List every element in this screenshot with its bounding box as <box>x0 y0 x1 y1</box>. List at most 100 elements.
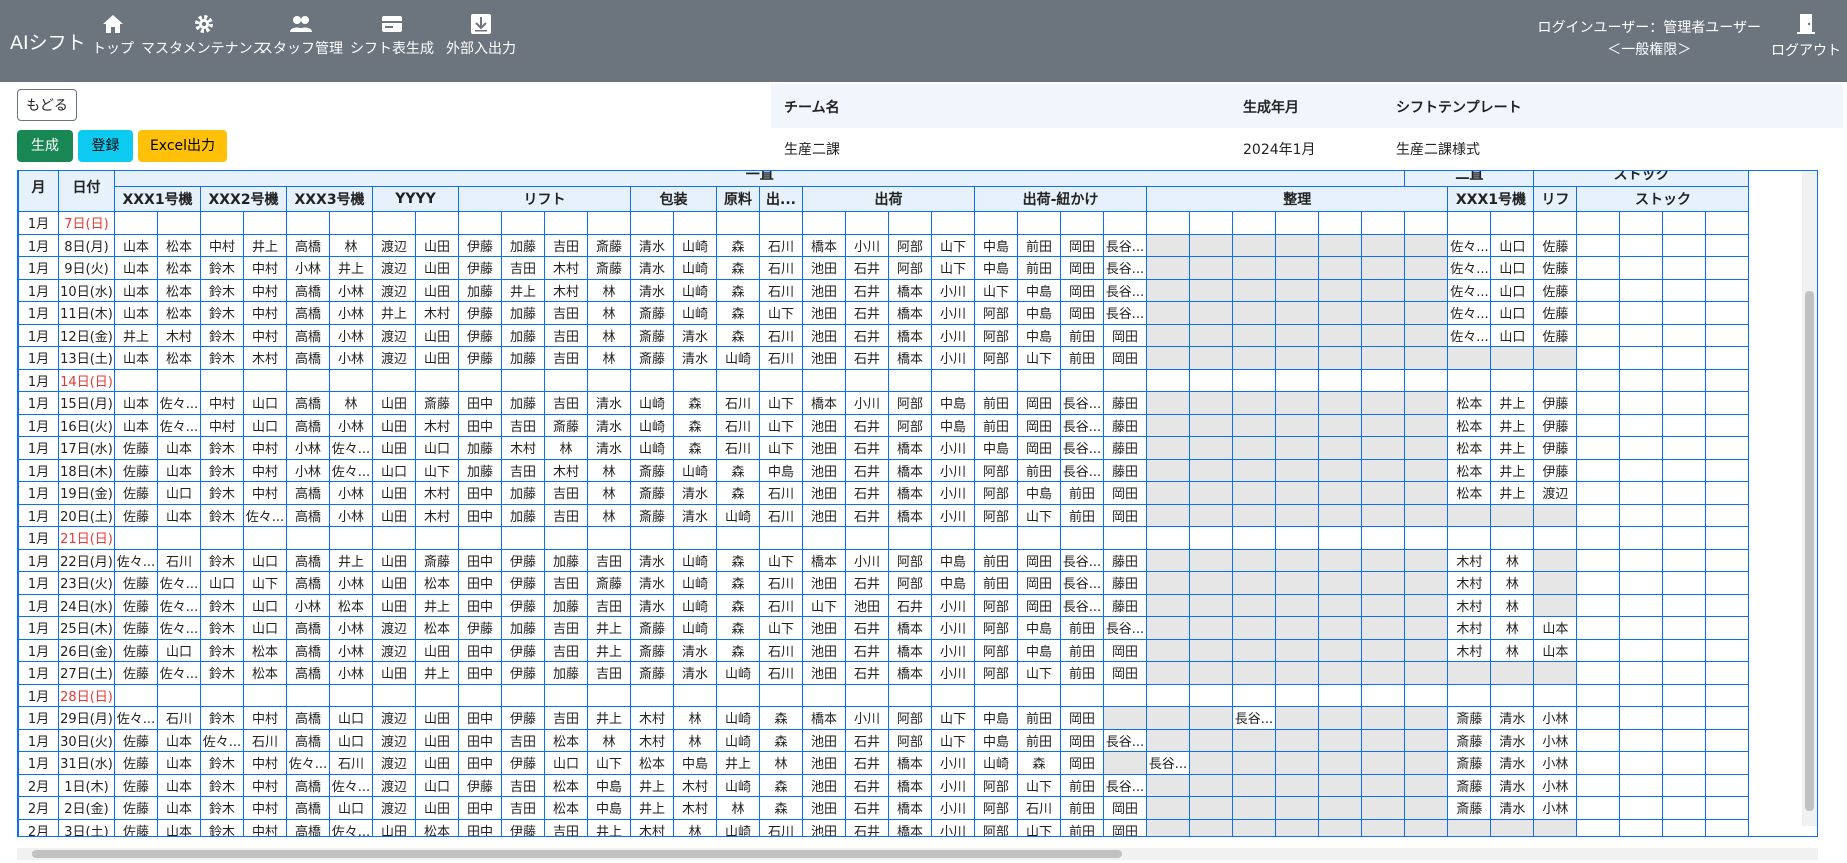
shift-cell[interactable]: 佐藤 <box>1533 233 1578 257</box>
shift-cell[interactable] <box>1146 571 1190 595</box>
shift-cell[interactable]: 石井 <box>845 436 889 460</box>
shift-cell[interactable]: 林 <box>1490 616 1535 640</box>
shift-cell[interactable] <box>931 211 975 235</box>
shift-cell[interactable]: 鈴木 <box>200 773 244 797</box>
shift-cell[interactable] <box>1490 661 1535 685</box>
generate-button[interactable]: 生成 <box>17 130 73 162</box>
shift-cell[interactable]: 佐藤 <box>1533 323 1578 347</box>
shift-cell[interactable] <box>1232 413 1276 437</box>
shift-cell[interactable] <box>1189 728 1233 752</box>
shift-cell[interactable]: 山崎 <box>716 503 760 527</box>
shift-cell[interactable] <box>1705 571 1750 595</box>
shift-cell[interactable] <box>1490 368 1535 392</box>
shift-cell[interactable] <box>1619 256 1664 280</box>
shift-cell[interactable]: 小川 <box>931 436 975 460</box>
shift-cell[interactable]: 松本 <box>1447 481 1492 505</box>
shift-cell[interactable] <box>1662 548 1707 572</box>
shift-cell[interactable]: 高橋 <box>286 481 330 505</box>
shift-cell[interactable]: 吉田 <box>544 391 588 415</box>
shift-cell[interactable] <box>1232 683 1276 707</box>
shift-cell[interactable] <box>1232 593 1276 617</box>
shift-cell[interactable]: 田中 <box>458 818 502 836</box>
shift-cell[interactable]: 木村 <box>673 773 717 797</box>
shift-cell[interactable] <box>1189 751 1233 775</box>
shift-cell[interactable]: 山本 <box>157 751 201 775</box>
shift-cell[interactable]: 山田 <box>372 661 416 685</box>
shift-cell[interactable]: 橋本 <box>888 301 932 325</box>
shift-cell[interactable]: 前田 <box>1060 638 1104 662</box>
nav-master-maintenance[interactable]: マスタメンテナンス <box>141 12 266 58</box>
shift-cell[interactable]: 中村 <box>243 278 287 302</box>
shift-cell[interactable]: 山本 <box>157 458 201 482</box>
shift-cell[interactable]: 木村 <box>1447 593 1492 617</box>
shift-cell[interactable]: 山下 <box>1017 661 1061 685</box>
shift-cell[interactable]: 長谷... <box>1060 458 1104 482</box>
shift-cell[interactable]: 佐藤 <box>114 593 158 617</box>
shift-cell[interactable] <box>1404 503 1449 527</box>
shift-cell[interactable]: 橋本 <box>888 278 932 302</box>
shift-cell[interactable] <box>114 211 158 235</box>
shift-cell[interactable]: 木村 <box>673 796 717 820</box>
shift-cell[interactable]: 小川 <box>931 323 975 347</box>
shift-cell[interactable]: 松本 <box>1447 458 1492 482</box>
shift-cell[interactable]: 加藤 <box>458 436 502 460</box>
shift-cell[interactable] <box>1662 278 1707 302</box>
shift-cell[interactable] <box>544 526 588 550</box>
shift-cell[interactable] <box>1662 391 1707 415</box>
shift-cell[interactable]: 佐藤 <box>1533 301 1578 325</box>
shift-cell[interactable]: 山口 <box>372 458 416 482</box>
shift-cell[interactable] <box>1360 233 1406 257</box>
shift-cell[interactable] <box>1275 278 1319 302</box>
shift-cell[interactable]: 岡田 <box>1103 818 1147 836</box>
shift-cell[interactable]: 石川 <box>759 233 803 257</box>
shift-cell[interactable]: 渡辺 <box>1533 481 1578 505</box>
shift-cell[interactable]: 岡田 <box>1017 548 1061 572</box>
shift-cell[interactable]: 森 <box>716 278 760 302</box>
shift-cell[interactable]: 山口 <box>243 548 287 572</box>
shift-cell[interactable]: 伊藤 <box>1533 458 1578 482</box>
shift-cell[interactable]: 吉田 <box>544 638 588 662</box>
shift-cell[interactable]: 山本 <box>157 818 201 836</box>
shift-cell[interactable]: 長谷... <box>1103 301 1147 325</box>
shift-cell[interactable]: 松本 <box>415 616 459 640</box>
shift-cell[interactable]: 小林 <box>329 301 373 325</box>
shift-cell[interactable] <box>1404 796 1449 820</box>
shift-cell[interactable]: 岡田 <box>1103 481 1147 505</box>
shift-cell[interactable] <box>1705 481 1750 505</box>
shift-cell[interactable] <box>1576 278 1621 302</box>
shift-cell[interactable]: 高橋 <box>286 391 330 415</box>
shift-cell[interactable]: 長谷... <box>1103 256 1147 280</box>
shift-cell[interactable]: 阿部 <box>974 481 1018 505</box>
shift-cell[interactable] <box>1060 211 1104 235</box>
shift-cell[interactable]: 石川 <box>1017 796 1061 820</box>
shift-cell[interactable] <box>1576 301 1621 325</box>
shift-cell[interactable]: 松本 <box>243 661 287 685</box>
shift-cell[interactable]: 石井 <box>845 256 889 280</box>
shift-cell[interactable] <box>1576 773 1621 797</box>
shift-cell[interactable] <box>1447 683 1492 707</box>
shift-cell[interactable]: 石川 <box>329 751 373 775</box>
shift-cell[interactable] <box>1360 436 1406 460</box>
shift-cell[interactable]: 小川 <box>931 593 975 617</box>
shift-cell[interactable] <box>1318 773 1362 797</box>
shift-cell[interactable] <box>1146 728 1190 752</box>
shift-cell[interactable]: 高橋 <box>286 616 330 640</box>
shift-cell[interactable]: 斎藤 <box>630 481 674 505</box>
shift-cell[interactable]: 鈴木 <box>200 301 244 325</box>
shift-cell[interactable]: 木村 <box>415 503 459 527</box>
shift-cell[interactable] <box>1189 323 1233 347</box>
shift-cell[interactable] <box>1275 503 1319 527</box>
shift-cell[interactable] <box>1576 661 1621 685</box>
shift-cell[interactable]: 佐々... <box>114 548 158 572</box>
shift-cell[interactable] <box>1360 548 1406 572</box>
shift-cell[interactable] <box>1275 526 1319 550</box>
shift-cell[interactable] <box>1189 458 1233 482</box>
shift-cell[interactable]: 斎藤 <box>630 616 674 640</box>
shift-cell[interactable] <box>1189 683 1233 707</box>
shift-cell[interactable] <box>1189 368 1233 392</box>
shift-cell[interactable]: 清水 <box>673 638 717 662</box>
shift-cell[interactable]: 前田 <box>974 391 1018 415</box>
shift-cell[interactable] <box>1360 706 1406 730</box>
shift-cell[interactable]: 佐々... <box>157 593 201 617</box>
shift-cell[interactable]: 石川 <box>716 413 760 437</box>
